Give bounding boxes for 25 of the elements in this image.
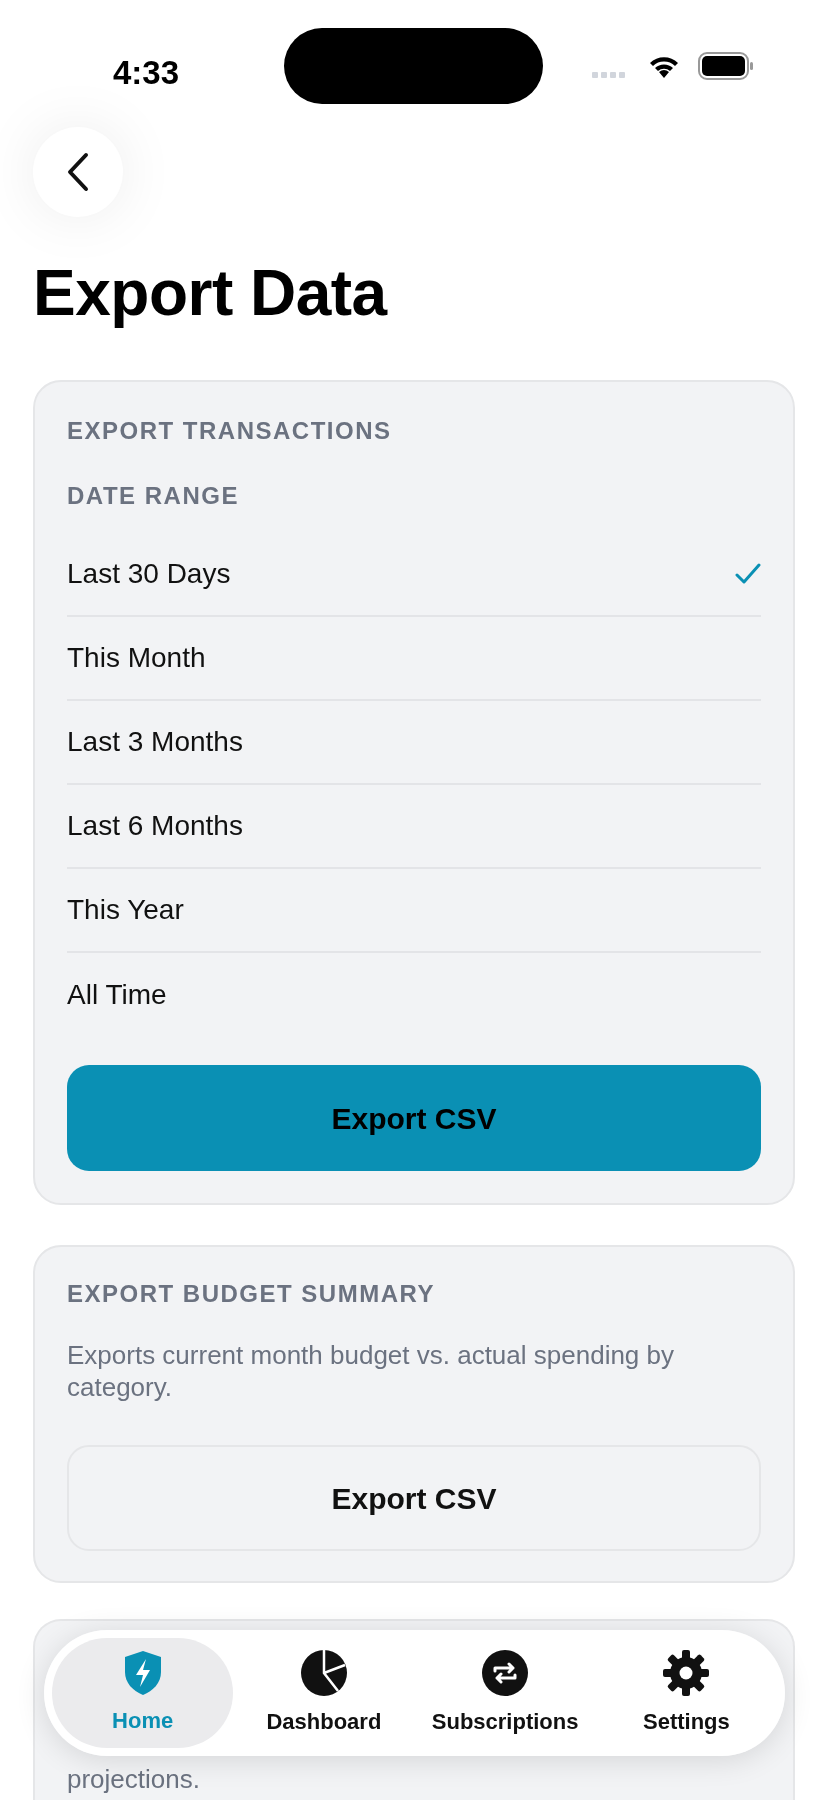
repeat-arrows-icon [481,1648,530,1697]
description-text: Exports current month budget vs. actual spending by category. [67,1339,675,1403]
date-range-option[interactable]: This Month [67,617,761,701]
date-range-option[interactable]: This Year [67,869,761,953]
battery-icon [698,52,754,80]
section-heading: EXPORT BUDGET SUMMARY [67,1279,436,1309]
description-text: projections. [67,1763,201,1795]
section-heading: EXPORT TRANSACTIONS [67,416,393,446]
tab-item[interactable]: Subscriptions [414,1638,596,1748]
settings-icon [662,1648,711,1697]
export-csv-button[interactable]: Export CSV [67,1065,761,1171]
page-title: Export Data [32,256,389,331]
back-chevron-icon [66,152,90,192]
section-subheading: DATE RANGE [67,481,240,511]
export-csv-button[interactable]: Export CSV [67,1445,761,1551]
pie-chart-icon [299,1648,348,1697]
lightning-shield-icon [122,1649,163,1696]
date-range-option[interactable]: All Time [67,953,761,1037]
tab-item[interactable]: Dashboard [233,1638,415,1748]
date-range-option[interactable]: Last 30 Days [67,533,761,617]
signal-icon [592,72,625,78]
date-range-option[interactable]: Last 3 Months [67,701,761,785]
tab-item[interactable]: Settings [595,1638,777,1748]
date-range-option[interactable]: Last 6 Months [67,785,761,869]
status-time: 4:33 [113,53,180,93]
